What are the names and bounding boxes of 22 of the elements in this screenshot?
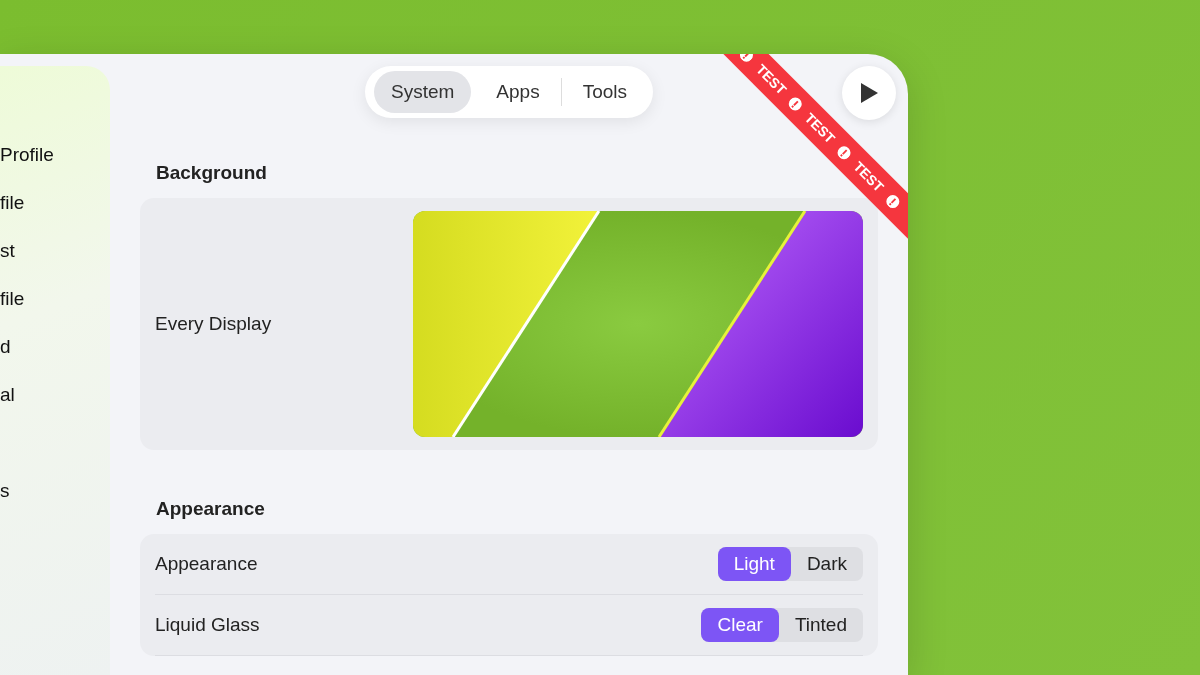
- segment-option[interactable]: Dark: [790, 547, 863, 581]
- row-label: Liquid Glass: [155, 614, 260, 636]
- tab[interactable]: Apps: [479, 71, 557, 113]
- sidebar-item[interactable]: st: [0, 240, 15, 261]
- row-label: Appearance: [155, 553, 258, 575]
- sidebar-item[interactable]: file: [0, 192, 25, 213]
- sidebar-item[interactable]: s: [0, 480, 10, 501]
- sidebar-item[interactable]: al: [0, 384, 15, 405]
- sidebar-item[interactable]: file: [0, 288, 25, 309]
- row-label: Every Display: [155, 313, 272, 335]
- tab[interactable]: Tools: [565, 71, 644, 113]
- section-title: Appearance: [156, 498, 265, 520]
- section-title: Background: [156, 162, 267, 184]
- tab[interactable]: System: [374, 71, 472, 113]
- segment-option[interactable]: Light: [717, 547, 791, 581]
- segment-option[interactable]: Clear: [701, 608, 779, 642]
- wallpaper-preview[interactable]: [413, 211, 863, 437]
- play-icon: [859, 82, 879, 104]
- sidebar-item[interactable]: Profile: [0, 144, 54, 165]
- sidebar-item[interactable]: d: [0, 336, 11, 357]
- segment-option[interactable]: Tinted: [778, 608, 863, 642]
- play-button[interactable]: [842, 66, 896, 120]
